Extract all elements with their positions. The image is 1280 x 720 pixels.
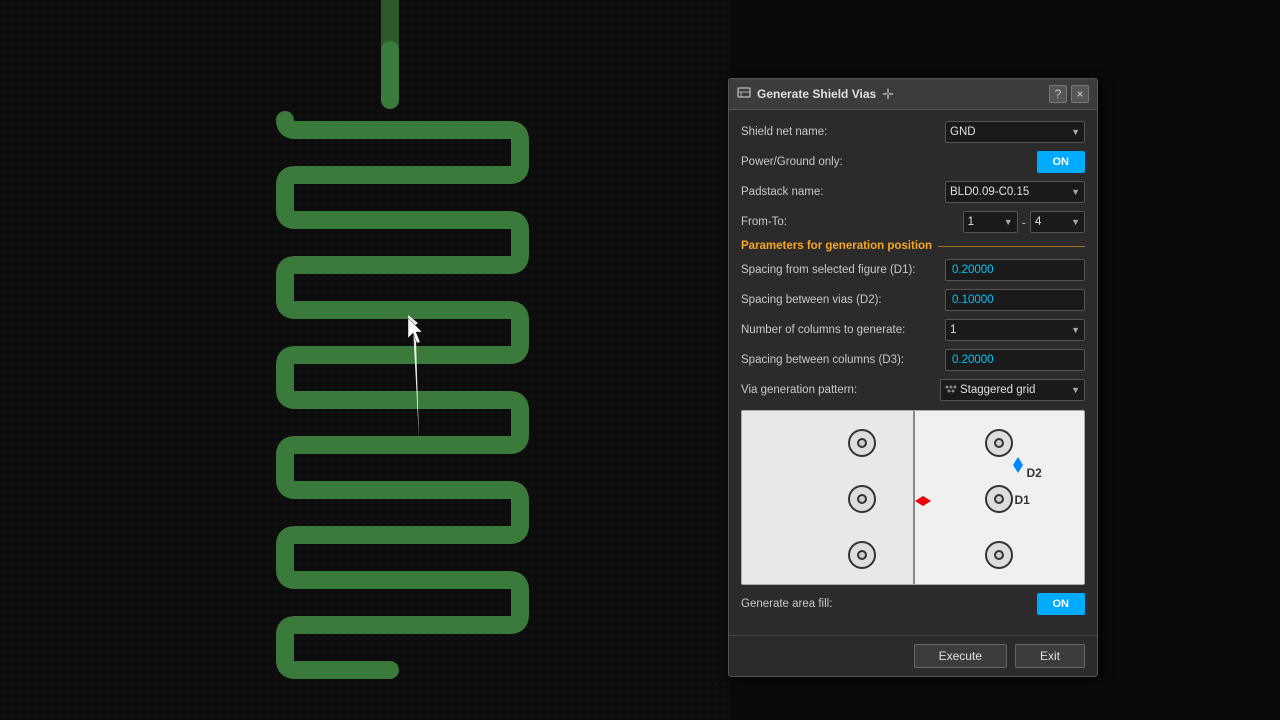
via-inner [994,438,1004,448]
shield-icon [737,87,751,101]
dialog-close-button[interactable]: × [1071,85,1089,103]
d1-arrow-head-left [915,496,923,506]
d2-arrow [1013,457,1023,473]
spacing-d3-input[interactable]: 0.20000 [945,349,1085,371]
spacing-d2-label: Spacing between vias (D2): [741,294,941,306]
shield-net-label: Shield net name: [741,126,901,138]
from-to-label: From-To: [741,216,901,228]
num-columns-row: Number of columns to generate: 1 ▼ [741,318,1085,342]
spacing-d3-label: Spacing between columns (D3): [741,354,941,366]
power-ground-label: Power/Ground only: [741,156,853,168]
d2-arrow-head-down [1013,465,1023,473]
num-columns-label: Number of columns to generate: [741,324,941,336]
dash-separator: - [1022,215,1026,230]
via-inner [994,550,1004,560]
padstack-value: BLD0.09-C0.15 [950,186,1029,198]
via-inner [857,494,867,504]
spacing-d2-row: Spacing between vias (D2): 0.10000 [741,288,1085,312]
diagram-left-panel [742,411,913,584]
spacing-d1-row: Spacing from selected figure (D1): 0.200… [741,258,1085,282]
exit-button[interactable]: Exit [1015,644,1085,668]
staggered-grid-icon [945,385,957,395]
section-divider-line [938,246,1085,247]
d1-arrow [915,496,931,506]
execute-button[interactable]: Execute [914,644,1007,668]
via-left-bot [848,541,876,569]
spacing-d3-row: Spacing between columns (D3): 0.20000 [741,348,1085,372]
pattern-dropdown[interactable]: Staggered grid ▼ [940,379,1085,401]
from-arrow-icon: ▼ [1004,217,1013,227]
shield-net-arrow-icon: ▼ [1071,127,1080,137]
shield-net-value: GND [950,126,976,138]
dialog-plus-icon: ✛ [882,86,894,103]
to-arrow-icon: ▼ [1071,217,1080,227]
dialog-body: Shield net name: GND ▼ Power/Ground only… [729,110,1097,635]
pattern-label: Via generation pattern: [741,384,857,396]
section-header: Parameters for generation position [741,240,1085,252]
pattern-row: Via generation pattern: Staggered grid ▼ [741,378,1085,402]
pattern-arrow-icon: ▼ [1071,385,1080,395]
num-columns-arrow-icon: ▼ [1071,325,1080,335]
padstack-arrow-icon: ▼ [1071,187,1080,197]
from-value: 1 [968,216,974,228]
padstack-row: Padstack name: BLD0.09-C0.15 ▼ [741,180,1085,204]
pattern-value: Staggered grid [960,384,1035,396]
num-columns-value: 1 [950,324,956,336]
from-to-controls: 1 ▼ - 4 ▼ [963,211,1085,233]
power-ground-toggle[interactable]: ON [1037,151,1086,173]
shield-net-row: Shield net name: GND ▼ [741,120,1085,144]
dialog-footer: Execute Exit [729,635,1097,676]
to-dropdown[interactable]: 4 ▼ [1030,211,1085,233]
via-right-mid [985,485,1013,513]
area-fill-row: Generate area fill: ON [741,593,1085,615]
d1-arrow-head-right [923,496,931,506]
via-left-mid [848,485,876,513]
spacing-d1-input[interactable]: 0.20000 [945,259,1085,281]
dialog-title: Generate Shield Vias [757,87,876,101]
via-diagram: D2 D1 [741,410,1085,585]
via-inner [857,438,867,448]
d1-label: D1 [1015,493,1030,507]
d2-label: D2 [1027,466,1042,480]
via-right-top [985,429,1013,457]
via-right-bot [985,541,1013,569]
from-dropdown[interactable]: 1 ▼ [963,211,1018,233]
num-columns-dropdown[interactable]: 1 ▼ [945,319,1085,341]
section-header-text: Parameters for generation position [741,240,932,252]
from-to-row: From-To: 1 ▼ - 4 ▼ [741,210,1085,234]
via-left-top [848,429,876,457]
via-inner [857,550,867,560]
to-value: 4 [1035,216,1041,228]
area-fill-label: Generate area fill: [741,598,832,610]
dialog-help-button[interactable]: ? [1049,85,1067,103]
dialog-title-buttons: ? × [1049,85,1089,103]
dialog-titlebar: Generate Shield Vias ✛ ? × [729,79,1097,110]
spacing-d1-label: Spacing from selected figure (D1): [741,264,941,276]
via-inner [994,494,1004,504]
generate-shield-vias-dialog: Generate Shield Vias ✛ ? × Shield net na… [728,78,1098,677]
power-ground-row: Power/Ground only: ON [741,150,1085,174]
shield-net-dropdown[interactable]: GND ▼ [945,121,1085,143]
area-fill-toggle[interactable]: ON [1037,593,1086,615]
padstack-label: Padstack name: [741,186,901,198]
dialog-title-area: Generate Shield Vias ✛ [737,86,894,103]
padstack-dropdown[interactable]: BLD0.09-C0.15 ▼ [945,181,1085,203]
d2-arrow-head-up [1013,457,1023,465]
spacing-d2-input[interactable]: 0.10000 [945,289,1085,311]
